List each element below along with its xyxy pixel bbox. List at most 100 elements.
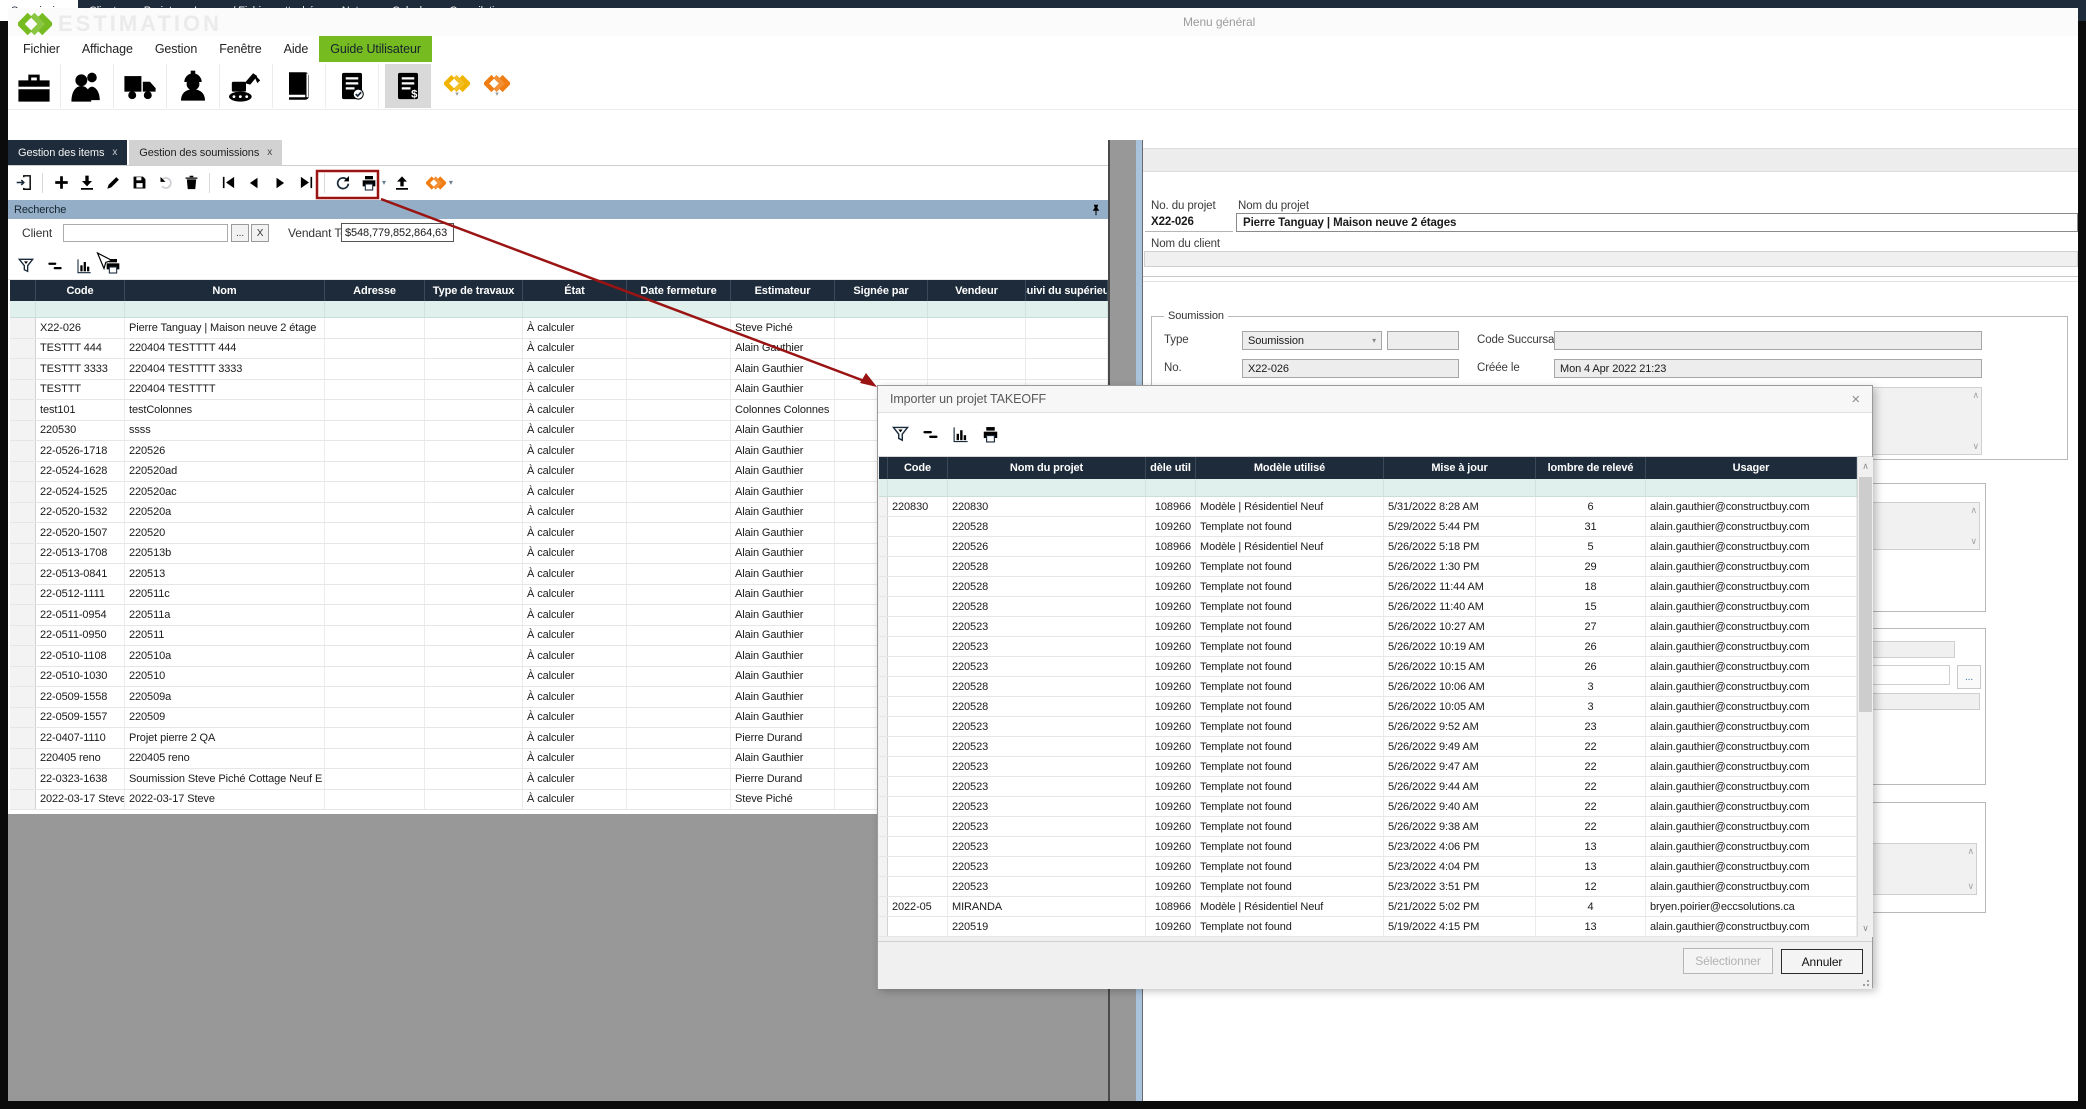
filter-cell[interactable] <box>835 301 928 317</box>
edit-button[interactable] <box>103 173 123 193</box>
table-row[interactable]: 220523109260Template not found5/26/2022 … <box>879 757 1857 777</box>
row-selector-cell[interactable] <box>10 626 36 646</box>
save-button[interactable] <box>129 173 149 193</box>
row-selector-cell[interactable] <box>10 564 36 584</box>
filter-cell[interactable] <box>10 301 36 317</box>
filter-cell[interactable] <box>928 301 1026 317</box>
row-selector-cell[interactable] <box>10 544 36 564</box>
filter-cell[interactable] <box>1196 479 1384 496</box>
filter-cell[interactable] <box>425 301 523 317</box>
row-selector-cell[interactable] <box>10 585 36 605</box>
row-selector-cell[interactable] <box>879 917 888 936</box>
table-row[interactable]: 220523109260Template not found5/26/2022 … <box>879 797 1857 817</box>
table-row[interactable]: 220523109260Template not found5/23/2022 … <box>879 877 1857 897</box>
row-selector-cell[interactable] <box>879 537 888 556</box>
row-selector-cell[interactable] <box>879 837 888 856</box>
last-record-button[interactable] <box>296 173 316 193</box>
dialog-grid-scrollbar[interactable]: ∧ ∨ <box>1857 457 1873 937</box>
nom-projet-field[interactable]: Pierre Tanguay | Maison neuve 2 étages <box>1236 213 2078 232</box>
row-selector-cell[interactable] <box>879 897 888 916</box>
row-selector-cell[interactable] <box>879 517 888 536</box>
row-selector-cell[interactable] <box>10 646 36 666</box>
row-selector-cell[interactable] <box>10 708 36 728</box>
grid-filter-row[interactable] <box>10 301 1108 318</box>
column-header[interactable]: Vendeur <box>928 280 1026 301</box>
scroll-down-icon[interactable]: ∨ <box>1858 919 1873 937</box>
table-row[interactable]: 220523109260Template not found5/26/2022 … <box>879 817 1857 837</box>
add-button[interactable] <box>51 173 71 193</box>
table-row[interactable]: 220528109260Template not found5/29/2022 … <box>879 517 1857 537</box>
employes-button[interactable] <box>167 64 220 108</box>
tab-close-icon[interactable]: x <box>267 147 272 158</box>
row-selector-cell[interactable] <box>10 687 36 707</box>
table-row[interactable]: 220528109260Template not found5/26/2022 … <box>879 677 1857 697</box>
row-selector-cell[interactable] <box>879 717 888 736</box>
takeoff-yellow-button[interactable]: ▾ <box>437 64 477 108</box>
column-header[interactable]: Code <box>888 457 948 479</box>
tab-gestion-des-soumissions[interactable]: Gestion des soumissionsx <box>129 140 282 165</box>
column-header[interactable]: Adresse <box>325 280 425 301</box>
equipement-button[interactable] <box>220 64 273 108</box>
column-header[interactable]: Date fermeture <box>627 280 731 301</box>
row-selector-cell[interactable] <box>10 462 36 482</box>
export-button[interactable] <box>392 173 412 193</box>
table-row[interactable]: 220528109260Template not found5/26/2022 … <box>879 577 1857 597</box>
row-selector-cell[interactable] <box>10 400 36 420</box>
row-selector-cell[interactable] <box>10 482 36 502</box>
dropdown-caret-icon[interactable]: ▾ <box>455 92 458 97</box>
row-selector-cell[interactable] <box>879 857 888 876</box>
row-selector-cell[interactable] <box>10 667 36 687</box>
table-row[interactable]: 220528109260Template not found5/26/2022 … <box>879 597 1857 617</box>
facturation-button[interactable] <box>385 64 431 108</box>
table-row[interactable]: 220519109260Template not found5/19/2022 … <box>879 917 1857 937</box>
table-row[interactable]: 220523109260Template not found5/26/2022 … <box>879 657 1857 677</box>
table-row[interactable]: 220528109260Template not found5/26/2022 … <box>879 697 1857 717</box>
column-header[interactable]: État <box>523 280 627 301</box>
row-selector-cell[interactable] <box>879 877 888 896</box>
dialog-close-icon[interactable]: × <box>1851 391 1860 408</box>
dialog-chart-button[interactable] <box>950 425 970 445</box>
filter-cell[interactable] <box>36 301 125 317</box>
undo-button[interactable] <box>155 173 175 193</box>
table-row[interactable]: 220523109260Template not found5/26/2022 … <box>879 617 1857 637</box>
table-row[interactable]: 220523109260Template not found5/26/2022 … <box>879 637 1857 657</box>
table-row[interactable]: X22-026Pierre Tanguay | Maison neuve 2 é… <box>10 318 1108 339</box>
scroll-down-icon[interactable]: ∨ <box>1968 881 1975 892</box>
filter-cell[interactable] <box>325 301 425 317</box>
scroll-up-icon[interactable]: ∧ <box>1971 505 1978 516</box>
previous-record-button[interactable] <box>244 173 264 193</box>
column-header[interactable]: lombre de relevé <box>1536 457 1646 479</box>
table-row[interactable]: 220830220830108966Modèle | Résidentiel N… <box>879 497 1857 517</box>
select-button[interactable]: Sélectionner <box>1683 948 1773 974</box>
delete-button[interactable] <box>181 173 201 193</box>
refresh-button[interactable] <box>333 173 353 193</box>
table-row[interactable]: TESTTT 444220404 TESTTTT 444À calculerAl… <box>10 339 1108 360</box>
catalogue-button[interactable] <box>273 64 326 108</box>
table-row[interactable]: 220523109260Template not found5/23/2022 … <box>879 857 1857 877</box>
row-selector-cell[interactable] <box>10 339 36 359</box>
row-selector-cell[interactable] <box>879 497 888 516</box>
column-header[interactable]: Nom du projet <box>948 457 1146 479</box>
dropdown-caret-icon[interactable]: ▾ <box>495 92 498 97</box>
resize-grip[interactable] <box>1862 979 1870 987</box>
row-selector-cell[interactable] <box>10 441 36 461</box>
filter-button[interactable] <box>16 256 36 276</box>
row-selector-cell[interactable] <box>879 597 888 616</box>
table-row[interactable]: 220523109260Template not found5/26/2022 … <box>879 737 1857 757</box>
column-header[interactable]: Suivi du supérieur <box>1026 280 1108 301</box>
type-select[interactable]: Soumission▾ <box>1242 331 1382 350</box>
scroll-up-icon[interactable]: ∧ <box>1968 846 1975 857</box>
column-header[interactable]: Modèle utilisé <box>1196 457 1384 479</box>
menu-item-aide[interactable]: Aide <box>273 36 320 62</box>
creee-le-field[interactable]: Mon 4 Apr 2022 21:23 <box>1554 359 1982 378</box>
print-button[interactable] <box>359 173 379 193</box>
takeoff-dropdown-caret-icon[interactable]: ▾ <box>449 178 453 187</box>
scroll-up-icon[interactable]: ∧ <box>1858 457 1873 475</box>
column-header[interactable]: dèle util <box>1146 457 1196 479</box>
table-row[interactable]: 220528109260Template not found5/26/2022 … <box>879 557 1857 577</box>
menu-item-guide-utilisateur[interactable]: Guide Utilisateur <box>319 36 432 62</box>
table-row[interactable]: 220523109260Template not found5/26/2022 … <box>879 777 1857 797</box>
menu-item-fichier[interactable]: Fichier <box>12 36 71 62</box>
table-row[interactable]: 220523109260Template not found5/26/2022 … <box>879 717 1857 737</box>
dialog-title-bar[interactable]: Importer un projet TAKEOFF × <box>878 386 1872 413</box>
